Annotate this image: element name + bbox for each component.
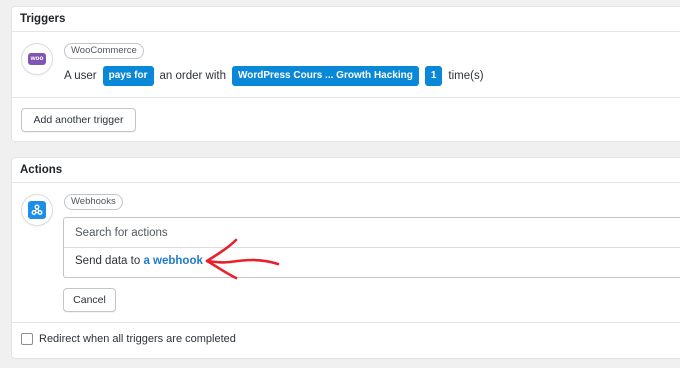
annotation-arrow-icon <box>205 238 280 280</box>
actions-footer-divider <box>12 322 680 323</box>
triggers-footer-divider <box>12 97 680 98</box>
cancel-button[interactable]: Cancel <box>63 288 116 312</box>
action-result-send-data-webhook[interactable]: Send data to a webhook <box>75 255 203 267</box>
triggers-panel: Triggers woo WooCommerce A user pays for… <box>11 6 680 142</box>
trigger-prefix: A user <box>64 70 97 82</box>
action-search-box: Send data to a webhook <box>63 217 680 278</box>
integration-tag-woocommerce: WooCommerce <box>64 43 144 59</box>
triggers-title: Triggers <box>20 13 66 25</box>
triggers-header-divider <box>12 31 680 32</box>
trigger-count-pill[interactable]: 1 <box>424 66 443 86</box>
add-another-trigger-button[interactable]: Add another trigger <box>21 108 136 132</box>
result-prefix: Send data to <box>75 255 141 267</box>
woocommerce-icon-circle: woo <box>21 43 53 75</box>
trigger-verb-pill[interactable]: pays for <box>102 66 154 86</box>
trigger-product-pill[interactable]: WordPress Cours ... Growth Hacking <box>232 66 419 86</box>
trigger-suffix-text: time(s) <box>448 70 484 82</box>
search-actions-input[interactable] <box>64 218 680 247</box>
actions-panel: Actions Webhooks Send data to a webhook … <box>11 157 680 359</box>
redirect-label: Redirect when all triggers are completed <box>39 333 236 345</box>
result-webhook-link[interactable]: a webhook <box>143 255 202 267</box>
integration-tag-webhooks: Webhooks <box>64 194 123 210</box>
search-results-divider <box>64 247 680 248</box>
redirect-checkbox[interactable] <box>21 333 33 345</box>
woocommerce-logo-icon: woo <box>28 53 46 65</box>
webhooks-icon-circle <box>21 194 53 226</box>
trigger-sentence: A user pays for an order with WordPress … <box>64 66 484 86</box>
actions-title: Actions <box>20 164 63 176</box>
actions-header-divider <box>12 182 680 183</box>
webhooks-logo-icon <box>28 201 46 219</box>
trigger-middle-text: an order with <box>159 70 226 82</box>
redirect-option[interactable]: Redirect when all triggers are completed <box>21 333 236 345</box>
